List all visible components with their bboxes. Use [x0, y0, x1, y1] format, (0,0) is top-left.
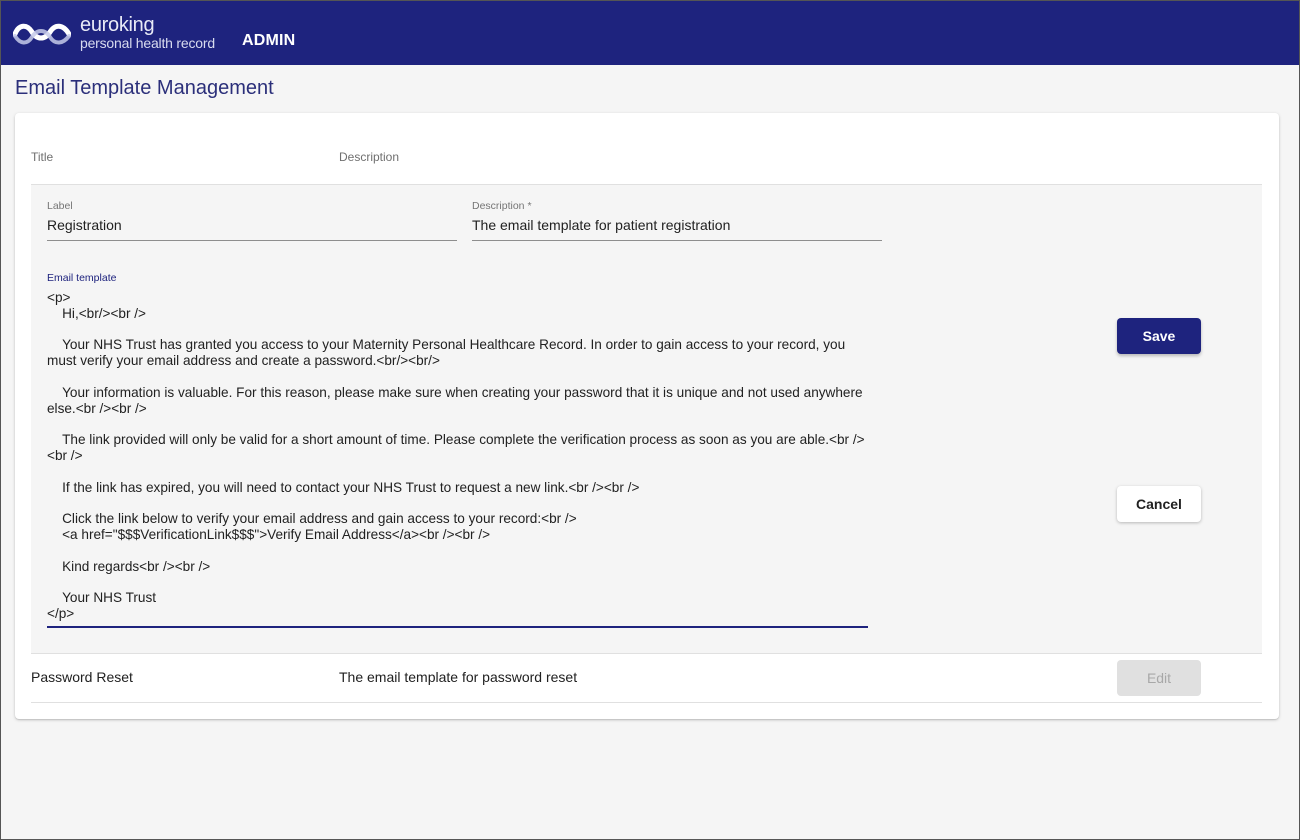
email-template-textarea[interactable]: [47, 290, 868, 628]
save-button[interactable]: Save: [1117, 318, 1201, 354]
templates-table-card: Title Description Label Registration Des…: [15, 113, 1279, 719]
label-field-label: Label: [47, 200, 73, 212]
brand: euroking personal health record: [80, 15, 215, 50]
table-bottom-divider: [31, 702, 1262, 703]
expanded-template-row: Label Registration Description * The ema…: [31, 185, 1262, 653]
row-description-password-reset: The email template for password reset: [339, 669, 578, 685]
email-template-label: Email template: [47, 272, 117, 284]
brand-name: euroking: [80, 14, 155, 36]
column-header-description: Description: [339, 150, 400, 164]
page-title: Email Template Management: [15, 77, 274, 99]
description-field-label: Description *: [472, 200, 532, 212]
label-input[interactable]: Registration: [47, 217, 457, 241]
app-header: euroking personal health record ADMIN: [1, 1, 1299, 65]
description-input[interactable]: The email template for patient registrat…: [472, 217, 882, 241]
row-title-password-reset: Password Reset: [31, 669, 133, 685]
cancel-button[interactable]: Cancel: [1117, 486, 1201, 522]
edit-button[interactable]: Edit: [1117, 660, 1201, 696]
brand-subtitle: personal health record: [80, 35, 215, 51]
column-header-title: Title: [31, 150, 54, 164]
admin-section-label[interactable]: ADMIN: [242, 32, 295, 50]
row-divider: [31, 653, 1262, 654]
euroking-logo-icon: [13, 23, 71, 45]
